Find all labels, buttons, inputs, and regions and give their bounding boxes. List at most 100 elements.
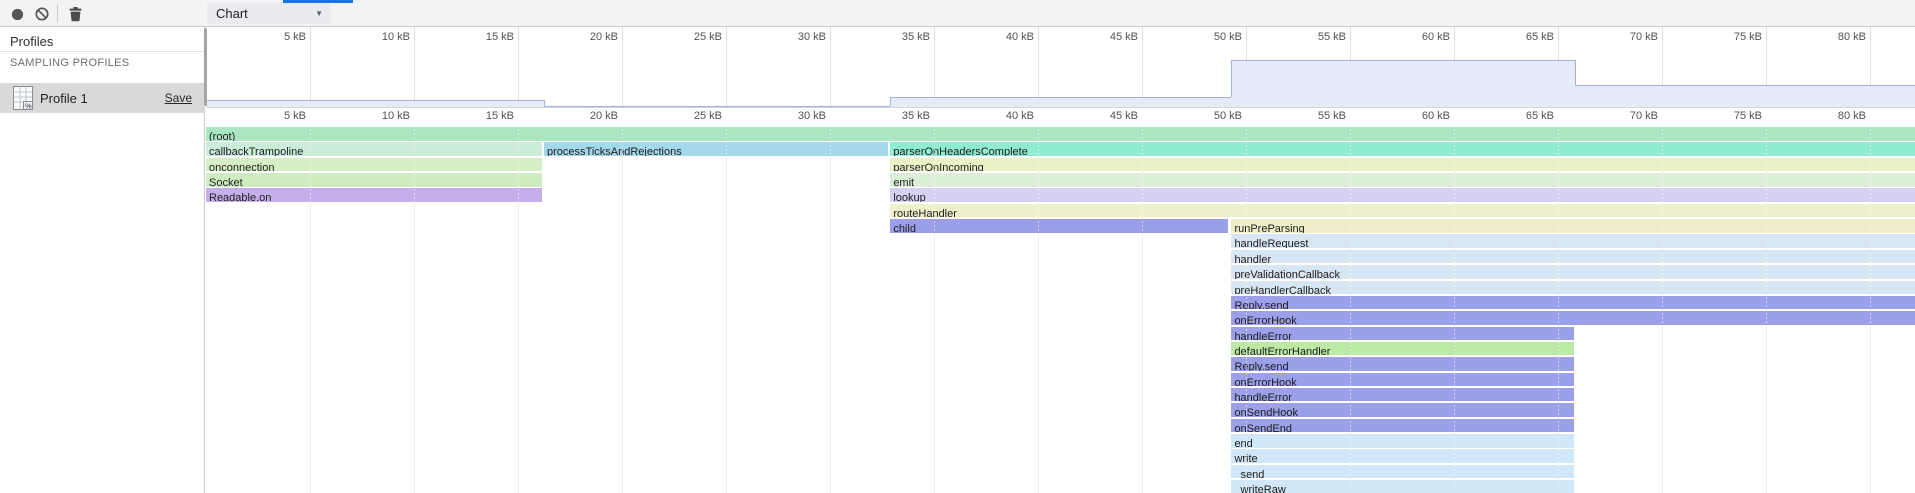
gridline-overlay [726,125,727,493]
ruler-bottom-tick-label: 10 kB [348,110,410,122]
ruler-bottom-tick-label: 55 kB [1284,110,1346,122]
ruler-top-tick-label: 30 kB [764,31,826,43]
view-mode-value: Chart [207,6,315,21]
chevron-down-icon: ▼ [315,9,331,18]
ruler-bottom-tick-label: 5 kB [244,110,306,122]
flame-bar[interactable]: onSendEnd [1231,419,1573,433]
vertical-scrollbar-thumb[interactable] [204,28,207,106]
ruler-bottom-tick-label: 20 kB [556,110,618,122]
toolbar-divider [57,5,58,22]
block-icon [35,7,49,21]
flame-bar[interactable]: onErrorHook [1231,311,1914,325]
flame-bar-label: preValidationCallback [1231,269,1340,279]
flame-bar[interactable]: handleRequest [1231,234,1914,248]
overview-ruler-divider [206,107,1915,108]
flame-bar[interactable]: emit [890,173,1914,187]
flame-bar-label: child [890,223,916,233]
flame-bar[interactable]: lookup [890,188,1914,202]
flame-bar[interactable]: Socket [206,173,542,187]
flame-bar[interactable]: (root) [206,127,1915,141]
flame-bar-label: onSendEnd [1231,423,1292,433]
flame-bar[interactable]: end [1231,434,1573,448]
flame-bar-label: Reply.send [1231,300,1288,310]
flame-bar[interactable]: _send [1231,465,1573,479]
ruler-top-tick-label: 40 kB [972,31,1034,43]
trash-icon [69,7,82,22]
flame-bar[interactable]: defaultErrorHandler [1231,342,1573,356]
overview-area-segment [206,100,544,107]
flame-bar-label: write_ [1231,453,1263,463]
ruler-bottom-tick-label: 50 kB [1180,110,1242,122]
flame-bar-label: onErrorHook [1231,377,1296,387]
overview-area-segment [890,97,1231,107]
flame-bar[interactable]: processTicksAndRejections [544,142,888,156]
flame-bar-label: handler [1231,254,1271,264]
devtools-memory-profiler-panel: Chart ▼ Profiles SAMPLING PROFILES % Pro… [0,0,1915,493]
flame-bar[interactable]: routeHandler [890,204,1914,218]
ruler-top-tick-label: 75 kB [1700,31,1762,43]
flame-bar-label: lookup [890,192,925,202]
ruler-top-tick-label: 35 kB [868,31,930,43]
clear-all-profiles-button[interactable] [30,3,54,25]
gridline-overlay [622,125,623,493]
flame-bar-label: onconnection [206,162,274,172]
toolbar: Chart ▼ [0,0,1915,27]
flame-bar-label: parserOnHeadersComplete [890,146,1028,156]
flame-bar[interactable]: parserOnHeadersComplete [890,142,1914,156]
flame-bar[interactable]: parserOnIncoming [890,158,1914,172]
ruler-top-tick-label: 80 kB [1804,31,1866,43]
flame-bar-label: emit [890,177,914,187]
flame-bar[interactable]: handleError [1231,327,1573,341]
ruler-bottom-tick-label: 15 kB [452,110,514,122]
flame-bar-label: Socket [206,177,243,187]
flame-bar-label: preHandlerCallback [1231,285,1331,295]
view-mode-select[interactable]: Chart ▼ [207,3,331,24]
flame-bar-label: handleError [1231,392,1291,402]
flame-bar[interactable]: _writeRaw [1231,480,1573,493]
flame-bar-label: onSendHook [1231,407,1298,417]
ruler-bottom-tick-label: 45 kB [1076,110,1138,122]
overview-area-segment [1575,85,1915,107]
delete-profile-button[interactable] [63,3,87,25]
flame-bar-label: processTicksAndRejections [544,146,682,156]
flame-bar-label: Readable.on [206,192,271,202]
flame-bar-label: routeHandler [890,208,957,218]
flame-bar-label: runPreParsing [1231,223,1304,233]
save-link[interactable]: Save [165,91,192,105]
gridline [830,125,831,493]
flame-bar[interactable]: handleError [1231,388,1573,402]
overview-step-edge [1575,60,1576,85]
flame-bar-label: _send [1231,469,1264,479]
flame-bar[interactable]: runPreParsing [1231,219,1914,233]
flame-bar[interactable]: child [890,219,1228,233]
overview-step-edge [890,97,891,106]
flame-bar-label: onErrorHook [1231,315,1296,325]
flame-bar-label: defaultErrorHandler [1231,346,1330,356]
flame-bar[interactable]: Reply.send [1231,296,1914,310]
flame-bar[interactable]: preHandlerCallback [1231,281,1914,295]
ruler-top-tick-label: 15 kB [452,31,514,43]
ruler-bottom-tick-label: 40 kB [972,110,1034,122]
flame-bar[interactable]: preValidationCallback [1231,265,1914,279]
flame-bar-label: handleError [1231,331,1291,341]
overview-area-segment [544,106,890,108]
gridline [622,125,623,493]
flame-bar[interactable]: callbackTrampoline [206,142,542,156]
flame-bar[interactable]: onSendHook [1231,403,1573,417]
sidebar-divider [0,51,205,52]
flame-bar-label: handleRequest [1231,238,1308,248]
flame-bar[interactable]: write_ [1231,449,1573,463]
ruler-top-tick-label: 20 kB [556,31,618,43]
ruler-top-tick-label: 5 kB [244,31,306,43]
flame-bar[interactable]: Readable.on [206,188,542,202]
ruler-bottom-tick-label: 30 kB [764,110,826,122]
flame-bar[interactable]: onErrorHook [1231,373,1573,387]
flame-bar[interactable]: handler [1231,250,1914,264]
overview-step-edge [1231,60,1232,97]
flame-bar[interactable]: Reply.send [1231,357,1573,371]
flame-bar[interactable]: onconnection [206,158,542,172]
ruler-top-tick-label: 10 kB [348,31,410,43]
profile-item[interactable]: % Profile 1 Save [0,83,205,113]
sampling-profile-icon: % [13,86,33,115]
record-button[interactable] [5,3,29,25]
